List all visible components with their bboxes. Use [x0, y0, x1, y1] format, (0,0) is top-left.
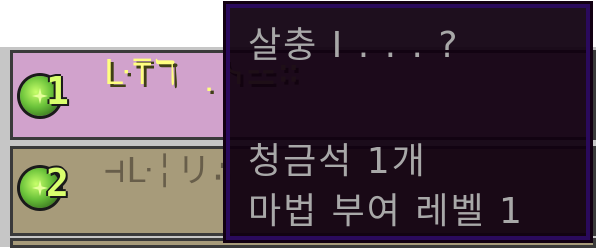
tooltip-lapis-cost: 청금석 1개: [248, 141, 427, 182]
cost-number-2: 2: [46, 161, 69, 205]
cost-number-1: 1: [46, 69, 69, 113]
cost-badge-2: 2: [20, 162, 88, 218]
cost-badge-1: 1: [20, 70, 88, 126]
enchant-rune-text-2: ⊣ᒷ╎リ∴: [104, 151, 236, 191]
tooltip-enchantment-name: 살충 I . . . ?: [248, 25, 460, 66]
tooltip-level-cost: 마법 부여 레벨 1: [248, 191, 524, 232]
enchant-tooltip: 살충 I . . . ? 청금석 1개 마법 부여 레벨 1: [223, 1, 593, 243]
